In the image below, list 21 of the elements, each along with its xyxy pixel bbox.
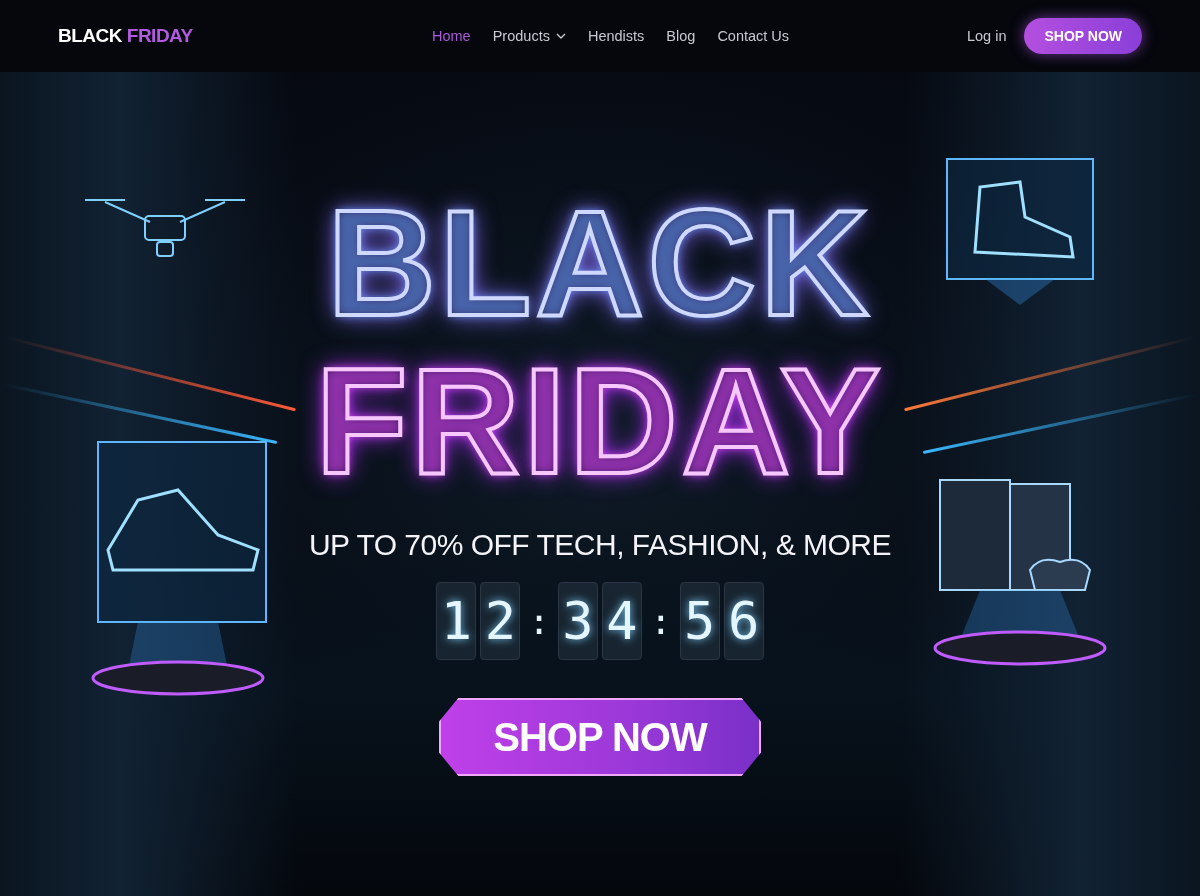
nav-link[interactable]: Hendists — [587, 28, 645, 44]
nav-link[interactable]: Contact Us — [717, 28, 790, 44]
caret-icon — [555, 33, 566, 39]
shop-now-button[interactable]: SHOP NOW — [1024, 18, 1142, 54]
countdown-digit: 5 — [679, 582, 720, 660]
neon-headline: BLACK — [327, 184, 873, 342]
shop-now-button[interactable]: SHOP NOW — [439, 698, 761, 776]
nav-link[interactable]: Blog — [666, 28, 696, 44]
brand-logo[interactable]: BLACK FRIDAY — [58, 25, 398, 47]
countdown-separator: : — [649, 600, 673, 642]
nav-dropdown[interactable]: Products — [492, 28, 566, 44]
countdown-digit: 2 — [480, 582, 521, 660]
neon-headline: FRIDAY — [315, 342, 885, 500]
countdown-digit: 1 — [436, 582, 477, 660]
countdown-separator: : — [527, 600, 551, 642]
countdown-digit: 4 — [602, 582, 642, 660]
nav-link[interactable]: Home — [432, 28, 471, 44]
countdown-digit: 3 — [558, 582, 598, 660]
countdown-digit: 6 — [723, 582, 764, 660]
login-link[interactable]: Log in — [966, 28, 1007, 44]
sale-subtitle: UP TO 70% OFF TECH, FASHION, & MORE — [308, 528, 892, 562]
